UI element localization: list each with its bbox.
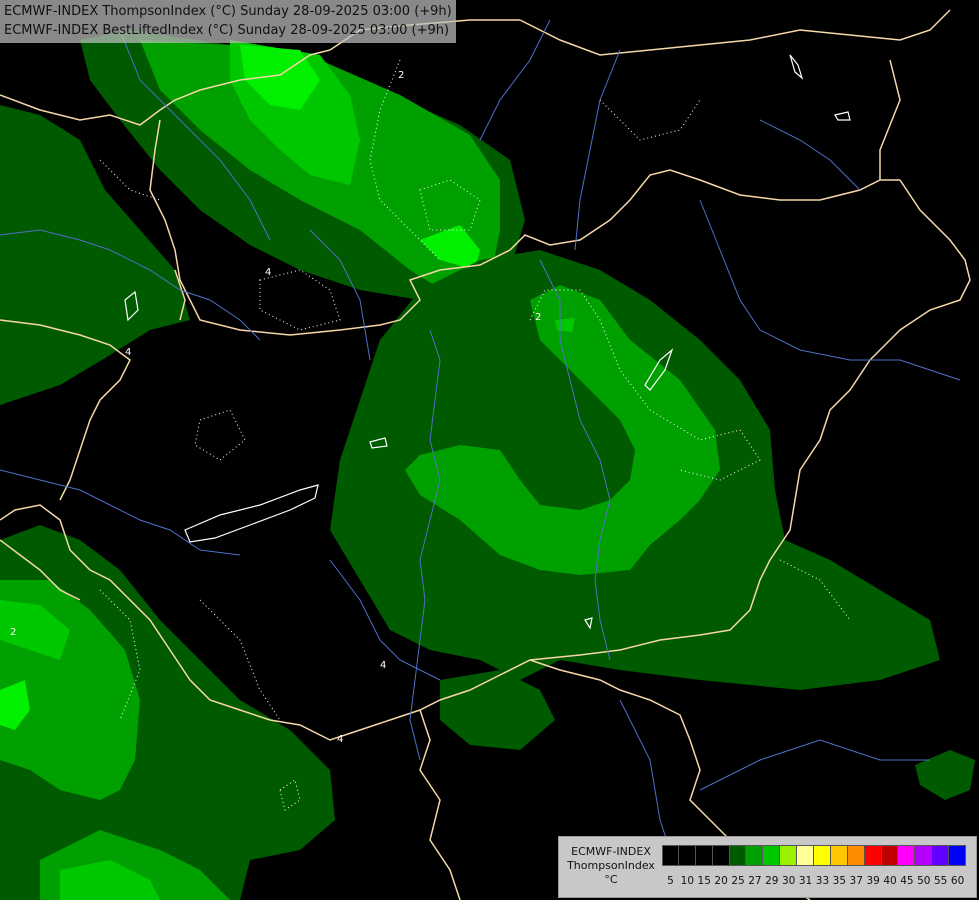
legend-tick-label: 37 bbox=[849, 875, 863, 887]
legend-tick-label: 25 bbox=[731, 875, 745, 887]
legend-tick-label: 10 bbox=[680, 875, 695, 887]
legend-swatch bbox=[881, 845, 899, 866]
legend-swatch bbox=[932, 845, 950, 866]
legend-ticks: 5 10 15 20 25 27 29 30 31 33 35 37 39 40 45 50 55 60 bbox=[662, 875, 966, 887]
legend-tick-label: 33 bbox=[815, 875, 830, 887]
legend-tick-label: 15 bbox=[697, 875, 711, 887]
legend-title: ECMWF-INDEX ThompsonIndex °C bbox=[565, 845, 657, 887]
legend-title-index: ThompsonIndex bbox=[567, 859, 655, 872]
legend-swatch bbox=[915, 845, 933, 866]
legend-swatch bbox=[864, 845, 882, 866]
legend-swatches bbox=[662, 845, 967, 866]
legend-tick-label: 45 bbox=[900, 875, 914, 887]
contour-label: 4 bbox=[380, 660, 386, 671]
contour-label: 4 bbox=[265, 267, 271, 278]
legend-tick-label: 39 bbox=[866, 875, 880, 887]
legend-swatch bbox=[695, 845, 713, 866]
legend-tick-label: 29 bbox=[765, 875, 779, 887]
legend-swatch bbox=[678, 845, 696, 866]
legend-tick-label: 50 bbox=[917, 875, 931, 887]
legend-tick-label: 35 bbox=[832, 875, 847, 887]
legend-swatch bbox=[746, 845, 764, 866]
legend-swatch bbox=[662, 845, 679, 866]
legend-tick-label: 31 bbox=[798, 875, 813, 887]
legend-tick-label: 5 bbox=[667, 875, 674, 887]
map-title-box: ECMWF-INDEX ThompsonIndex (°C) Sunday 28… bbox=[0, 0, 456, 43]
color-legend: ECMWF-INDEX ThompsonIndex °C 5 10 15 20 25 27… bbox=[558, 836, 977, 898]
title-thompson-index: ECMWF-INDEX ThompsonIndex (°C) Sunday 28… bbox=[4, 4, 452, 19]
contour-label: 4 bbox=[125, 347, 131, 358]
legend-title-model: ECMWF-INDEX bbox=[571, 845, 651, 858]
legend-swatch bbox=[797, 845, 815, 866]
legend-tick-label: 60 bbox=[950, 875, 965, 887]
legend-swatch bbox=[763, 845, 781, 866]
legend-swatch bbox=[814, 845, 831, 866]
legend-tick-label: 20 bbox=[714, 875, 728, 887]
thompson-area-central-light bbox=[555, 318, 575, 332]
legend-swatch bbox=[830, 845, 848, 866]
legend-tick-label: 30 bbox=[781, 875, 796, 887]
legend-swatch bbox=[780, 845, 798, 866]
contour-label: 4 bbox=[337, 734, 343, 745]
contour-label: 2 bbox=[398, 70, 404, 81]
legend-tick-label: 55 bbox=[934, 875, 948, 887]
weather-map: 2 4 2 4 4 2 4 bbox=[0, 0, 979, 900]
legend-title-unit: °C bbox=[604, 873, 618, 886]
legend-swatch bbox=[949, 845, 967, 866]
legend-tick-label: 27 bbox=[748, 875, 762, 887]
legend-swatch bbox=[729, 845, 747, 866]
contour-label: 2 bbox=[10, 627, 16, 638]
title-best-lifted-index: ECMWF-INDEX BestLiftedIndex (°C) Sunday … bbox=[4, 23, 450, 38]
legend-swatch bbox=[712, 845, 730, 866]
legend-swatch bbox=[847, 845, 865, 866]
legend-swatch bbox=[898, 845, 916, 866]
contour-label: 2 bbox=[535, 312, 541, 323]
legend-tick-label: 40 bbox=[883, 875, 897, 887]
